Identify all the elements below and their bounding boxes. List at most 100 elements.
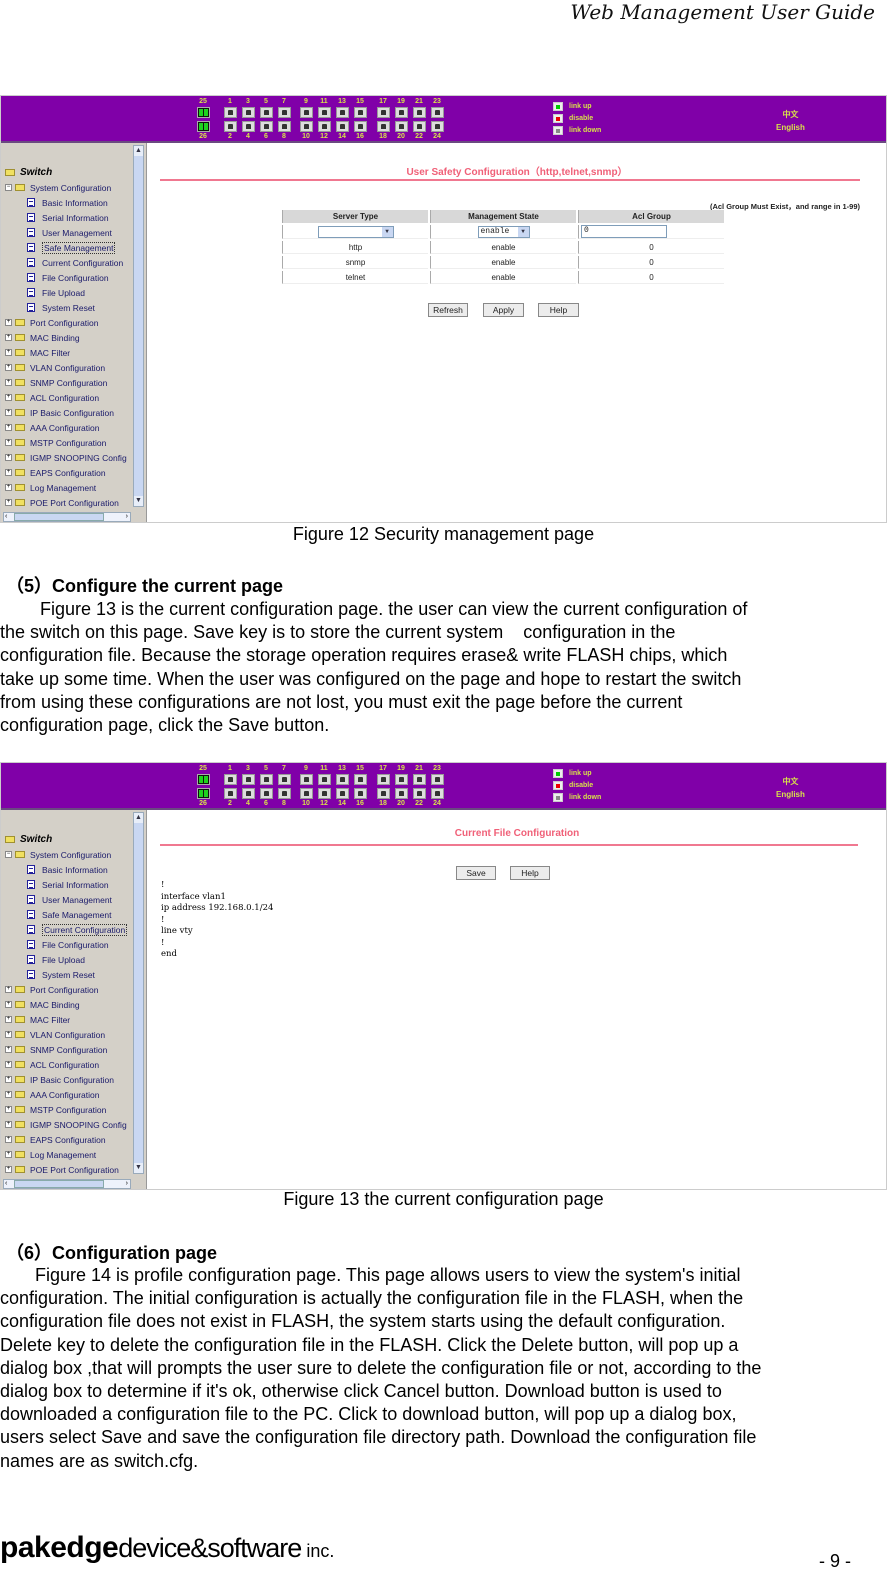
port-5-icon[interactable] [260,107,273,118]
tree-item-serial-information[interactable]: Serial Information [5,877,127,892]
expand-icon[interactable]: + [5,1031,12,1038]
expand-icon[interactable]: + [5,469,12,476]
port-19-icon[interactable] [395,774,408,785]
port-8-icon[interactable] [278,121,291,132]
expand-icon[interactable]: + [5,394,12,401]
help-button[interactable]: Help [538,303,579,317]
expand-icon[interactable]: + [5,334,12,341]
port-5-icon[interactable] [260,774,273,785]
server-type-select[interactable]: ▼ [317,225,394,238]
lang-english-link[interactable]: English [776,788,805,801]
tree-item-aaa-configuration[interactable]: + AAA Configuration [5,1087,127,1102]
expand-icon[interactable]: + [5,1001,12,1008]
tree-item-mac-binding[interactable]: + MAC Binding [5,330,127,345]
tree-item-basic-information[interactable]: Basic Information [5,862,127,877]
tree-item-safe-management[interactable]: Safe Management [5,240,127,255]
port-21-icon[interactable] [413,107,426,118]
tree-item-system-reset[interactable]: System Reset [5,300,127,315]
tree-item-file-configuration[interactable]: File Configuration [5,937,127,952]
expand-icon[interactable]: + [5,1016,12,1023]
expand-icon[interactable]: + [5,1076,12,1083]
port-6-icon[interactable] [260,121,273,132]
vertical-scrollbar[interactable]: ▲ ▼ [133,145,144,507]
port-24-icon[interactable] [431,121,444,132]
tree-item-mac-filter[interactable]: + MAC Filter [5,1012,127,1027]
port-16-icon[interactable] [354,121,367,132]
port-25-icon[interactable] [197,107,210,118]
expand-icon[interactable]: + [5,1136,12,1143]
port-3-icon[interactable] [242,774,255,785]
scroll-left-icon[interactable]: ‹ [5,513,7,521]
expand-icon[interactable]: + [5,439,12,446]
tree-item-poe-port-configuration[interactable]: + POE Port Configuration [5,1162,127,1177]
tree-item-file-upload[interactable]: File Upload [5,952,127,967]
help-button[interactable]: Help [510,866,550,880]
port-22-icon[interactable] [413,121,426,132]
port-18-icon[interactable] [377,788,390,799]
tree-item-snmp-configuration[interactable]: + SNMP Configuration [5,1042,127,1057]
port-12-icon[interactable] [318,121,331,132]
expand-icon[interactable]: + [5,454,12,461]
port-10-icon[interactable] [300,788,313,799]
scroll-left-icon[interactable]: ‹ [5,1180,7,1188]
management-state-select[interactable]: enable ▼ [477,225,530,238]
tree-item-basic-information[interactable]: Basic Information [5,195,127,210]
port-26-icon[interactable] [197,121,210,132]
expand-icon[interactable]: + [5,1046,12,1053]
scroll-thumb[interactable] [14,513,104,521]
horizontal-scrollbar[interactable]: ‹ › [3,512,131,522]
tree-item-eaps-configuration[interactable]: + EAPS Configuration [5,1132,127,1147]
acl-group-input[interactable]: 0 [581,225,667,238]
port-13-icon[interactable] [336,107,349,118]
expand-icon[interactable]: + [5,409,12,416]
horizontal-scrollbar[interactable]: ‹ › [3,1179,131,1189]
scroll-down-icon[interactable]: ▼ [134,1163,143,1173]
scroll-up-icon[interactable]: ▲ [134,813,143,823]
port-15-icon[interactable] [354,774,367,785]
port-24-icon[interactable] [431,788,444,799]
tree-item-eaps-configuration[interactable]: + EAPS Configuration [5,465,127,480]
port-9-icon[interactable] [300,107,313,118]
tree-item-mstp-configuration[interactable]: + MSTP Configuration [5,435,127,450]
save-button[interactable]: Save [456,866,496,880]
tree-item-system-configuration[interactable]: − System Configuration [5,847,127,862]
tree-item-igmp-snooping-config[interactable]: + IGMP SNOOPING Config [5,1117,127,1132]
port-6-icon[interactable] [260,788,273,799]
port-15-icon[interactable] [354,107,367,118]
tree-item-current-configuration[interactable]: Current Configuration [5,922,128,937]
port-16-icon[interactable] [354,788,367,799]
tree-root-switch[interactable]: Switch [5,832,127,847]
scroll-down-icon[interactable]: ▼ [134,496,143,506]
port-1-icon[interactable] [224,774,237,785]
lang-chinese-link[interactable]: 中文 [776,775,805,788]
tree-item-file-configuration[interactable]: File Configuration [5,270,127,285]
tree-item-acl-configuration[interactable]: + ACL Configuration [5,1057,127,1072]
lang-english-link[interactable]: English [776,121,805,134]
tree-item-system-configuration[interactable]: − System Configuration [5,180,127,195]
port-21-icon[interactable] [413,774,426,785]
expand-icon[interactable]: + [5,1151,12,1158]
tree-item-log-management[interactable]: + Log Management [5,480,127,495]
tree-item-log-management[interactable]: + Log Management [5,1147,127,1162]
scroll-right-icon[interactable]: › [126,513,128,521]
expand-icon[interactable]: + [5,1106,12,1113]
expand-icon[interactable]: + [5,986,12,993]
tree-item-mstp-configuration[interactable]: + MSTP Configuration [5,1102,127,1117]
port-26-icon[interactable] [197,788,210,799]
port-10-icon[interactable] [300,121,313,132]
port-12-icon[interactable] [318,788,331,799]
port-19-icon[interactable] [395,107,408,118]
scroll-right-icon[interactable]: › [126,1180,128,1188]
tree-item-current-configuration[interactable]: Current Configuration [5,255,127,270]
port-20-icon[interactable] [395,121,408,132]
tree-item-user-management[interactable]: User Management [5,892,127,907]
port-7-icon[interactable] [278,107,291,118]
port-13-icon[interactable] [336,774,349,785]
port-25-icon[interactable] [197,774,210,785]
port-2-icon[interactable] [224,788,237,799]
port-1-icon[interactable] [224,107,237,118]
tree-item-serial-information[interactable]: Serial Information [5,210,127,225]
expand-icon[interactable]: + [5,379,12,386]
tree-item-safe-management[interactable]: Safe Management [5,907,127,922]
expand-icon[interactable]: + [5,319,12,326]
